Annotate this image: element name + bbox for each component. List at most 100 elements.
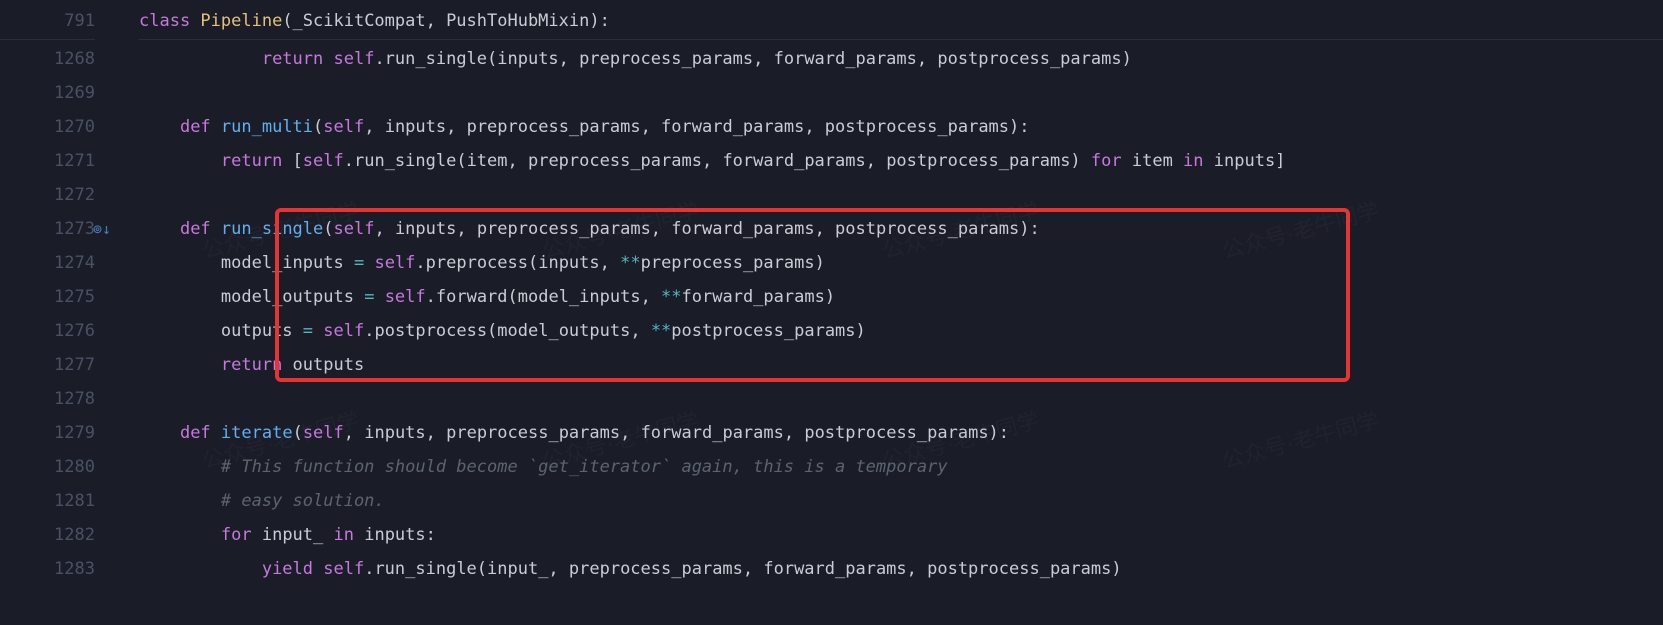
operator: = [364,287,374,307]
indent [139,219,180,239]
implement-method-icon[interactable]: ⊚↓ [93,212,111,246]
code-text: model_inputs [221,253,354,273]
code-text: .run_single(item, preprocess_params, for… [344,151,1091,171]
keyword-self: self [323,559,364,579]
line-number-text: 1273 [54,219,95,239]
keyword-self: self [303,423,344,443]
code-text: forward_params) [682,287,836,307]
indent [139,117,180,137]
code-text: preprocess_params) [641,253,825,273]
comment: # This function should become `get_itera… [221,457,948,477]
code-text: inputs: [354,525,436,545]
code-text: ( [293,423,303,443]
space [374,287,384,307]
comment: # easy solution. [221,491,385,511]
keyword-self: self [323,321,364,341]
code-line-blank [139,76,1663,110]
line-number: 1278 [0,382,95,416]
keyword-in: in [1183,151,1203,171]
operator: = [303,321,313,341]
indent [139,321,221,341]
keyword-def: def [180,117,221,137]
indent [139,355,221,375]
code-line: outputs = self.postprocess(model_outputs… [139,314,1663,348]
line-number: 1273 ⊚↓ [0,212,95,246]
code-text: item [1122,151,1183,171]
line-number-gutter: 791 1268 1269 1270 1271 1272 1273 ⊚↓ 127… [0,0,115,625]
indent [139,457,221,477]
indent [139,491,221,511]
line-number: 1270 [0,110,95,144]
operator: ** [651,321,671,341]
code-line: def run_multi(self, inputs, preprocess_p… [139,110,1663,144]
keyword-self: self [333,49,374,69]
code-text: outputs [293,355,365,375]
code-text: , inputs, preprocess_params, forward_par… [364,117,1029,137]
code-line: return self.run_single(inputs, preproces… [139,42,1663,76]
line-number: 1271 [0,144,95,178]
operator: ** [661,287,681,307]
keyword-for: for [1091,151,1122,171]
indent [139,423,180,443]
indent [139,525,221,545]
line-number: 1280 [0,450,95,484]
code-line-blank [139,382,1663,416]
code-text: .postprocess(model_outputs, [364,321,651,341]
space [313,321,323,341]
code-text: outputs [221,321,303,341]
indent [139,287,221,307]
line-number: 1283 [0,552,95,586]
code-line: def iterate(self, inputs, preprocess_par… [139,416,1663,450]
line-number: 1269 [0,76,95,110]
line-number: 1276 [0,314,95,348]
keyword-self: self [303,151,344,171]
keyword-class: class [139,11,200,31]
code-text: [ [293,151,303,171]
code-line: model_outputs = self.forward(model_input… [139,280,1663,314]
line-number: 1277 [0,348,95,382]
indent [139,49,262,69]
function-name: run_multi [221,117,313,137]
code-line: # This function should become `get_itera… [139,450,1663,484]
keyword-self: self [323,117,364,137]
keyword-self: self [374,253,415,273]
operator: = [354,253,364,273]
operator: ** [620,253,640,273]
code-line: yield self.run_single(input_, preprocess… [139,552,1663,586]
keyword-return: return [221,355,293,375]
line-number: 1275 [0,280,95,314]
code-text: , inputs, preprocess_params, forward_par… [344,423,1009,443]
keyword-def: def [180,423,221,443]
keyword-self: self [385,287,426,307]
keyword-def: def [180,219,221,239]
code-text: postprocess_params) [671,321,865,341]
keyword-for: for [221,525,252,545]
code-text: (_ScikitCompat, PushToHubMixin): [282,11,610,31]
keyword-return: return [262,49,334,69]
code-line: return outputs [139,348,1663,382]
code-line-blank [139,178,1663,212]
code-text: model_outputs [221,287,364,307]
keyword-yield: yield [262,559,323,579]
line-number: 1282 [0,518,95,552]
indent [139,253,221,273]
code-area[interactable]: class Pipeline(_ScikitCompat, PushToHubM… [115,0,1663,625]
code-text: .run_single(inputs, preprocess_params, f… [374,49,1131,69]
code-text: .preprocess(inputs, [415,253,620,273]
code-line: def run_single(self, inputs, preprocess_… [139,212,1663,246]
indent [139,151,221,171]
code-line: model_inputs = self.preprocess(inputs, *… [139,246,1663,280]
code-line: for input_ in inputs: [139,518,1663,552]
function-name: iterate [221,423,293,443]
keyword-self: self [334,219,375,239]
code-line: return [self.run_single(item, preprocess… [139,144,1663,178]
code-editor[interactable]: 791 1268 1269 1270 1271 1272 1273 ⊚↓ 127… [0,0,1663,625]
space [364,253,374,273]
code-line: # easy solution. [139,484,1663,518]
code-text: ( [313,117,323,137]
class-name: Pipeline [200,11,282,31]
line-number: 1274 [0,246,95,280]
line-number: 1281 [0,484,95,518]
code-text: input_ [252,525,334,545]
code-text: ( [323,219,333,239]
